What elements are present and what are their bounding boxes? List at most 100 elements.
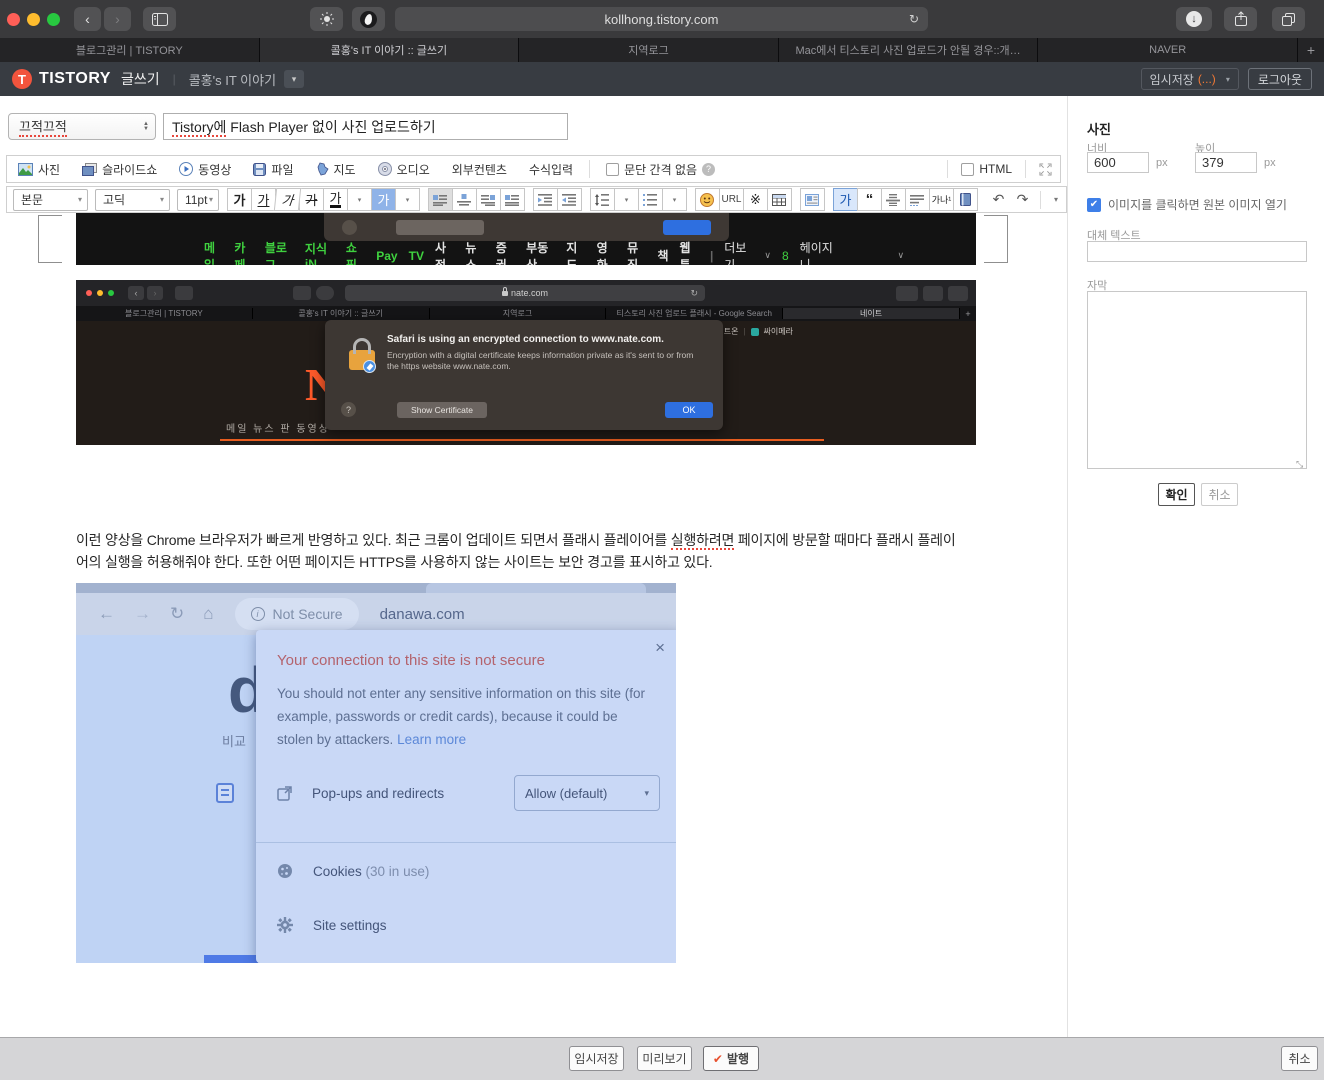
- help-icon[interactable]: ?: [702, 163, 715, 176]
- confirm-button[interactable]: 확인: [1158, 483, 1195, 506]
- alt-text-input[interactable]: [1087, 241, 1307, 262]
- ok-button[interactable]: OK: [665, 402, 713, 418]
- save-draft-button[interactable]: 임시저장: [569, 1046, 624, 1071]
- naver-menu-item[interactable]: 책: [657, 247, 668, 264]
- post-paragraph[interactable]: 이런 양상을 Chrome 브라우저가 빠르게 반영하고 있다. 최근 크롬이 …: [76, 529, 968, 573]
- learn-more-link[interactable]: Learn more: [397, 732, 466, 747]
- close-icon[interactable]: ×: [655, 638, 665, 658]
- cookies-row[interactable]: Cookies (30 in use): [277, 863, 660, 879]
- tab-blog-admin[interactable]: 블로그관리 | TISTORY: [0, 38, 260, 62]
- line-height-button[interactable]: [590, 188, 615, 211]
- insert-audio-button[interactable]: 오디오: [378, 161, 430, 178]
- popups-permission-select[interactable]: Allow (default) ▾: [514, 775, 660, 811]
- minimize-window-button[interactable]: [27, 13, 40, 26]
- dark-reader-extension-button[interactable]: [310, 7, 343, 31]
- selection-handle[interactable]: [984, 215, 1008, 239]
- font-size-select[interactable]: 11pt▾: [177, 189, 219, 211]
- checked-checkbox[interactable]: ✔: [1087, 198, 1101, 212]
- html-mode-option[interactable]: HTML: [961, 162, 1012, 176]
- underline-button[interactable]: 가: [251, 188, 276, 211]
- zoom-window-button[interactable]: [47, 13, 60, 26]
- address-bar[interactable]: kollhong.tistory.com ↻: [395, 7, 928, 31]
- paragraph-style-select[interactable]: 본문▾: [13, 189, 88, 211]
- fullscreen-icon[interactable]: [1039, 163, 1052, 176]
- naver-menu-item[interactable]: 쇼핑: [346, 239, 365, 266]
- undo-button[interactable]: ↶: [986, 188, 1011, 211]
- sidebar-toggle-button[interactable]: [143, 7, 176, 31]
- emoticon-button[interactable]: [695, 188, 720, 211]
- align-left-button[interactable]: [428, 188, 453, 211]
- outdent-button[interactable]: [557, 188, 582, 211]
- adblock-extension-button[interactable]: [352, 7, 385, 31]
- back-button[interactable]: ‹: [74, 7, 101, 31]
- logout-button[interactable]: 로그아웃: [1248, 68, 1312, 90]
- downloads-button[interactable]: ↓: [1176, 7, 1212, 31]
- category-select[interactable]: 끄적끄적 ▲ ▼: [8, 113, 156, 140]
- editor-content-area[interactable]: 메일 카페 블로그 지식iN 쇼핑 Pay TV 사전 뉴스 증권 부동산 지도…: [0, 213, 1067, 1037]
- toolbar-more-button[interactable]: ▾: [1054, 195, 1058, 204]
- align-right-button[interactable]: [476, 188, 501, 211]
- tab-mac-upload[interactable]: Mac에서 티스토리 사진 업로드가 안될 경우::개…: [779, 38, 1039, 62]
- highlight-button[interactable]: 가: [371, 188, 396, 211]
- indent-button[interactable]: [533, 188, 558, 211]
- insert-photo-button[interactable]: 사진: [18, 161, 60, 178]
- reload-icon[interactable]: ↻: [909, 12, 919, 26]
- paragraph-mark-button[interactable]: [905, 188, 930, 211]
- tab-locallog[interactable]: 지역로그: [519, 38, 779, 62]
- new-tab-button[interactable]: +: [1298, 38, 1324, 62]
- footer-cancel-button[interactable]: 취소: [1281, 1046, 1318, 1071]
- align-justify-button[interactable]: [500, 188, 525, 211]
- open-original-option[interactable]: ✔ 이미지를 클릭하면 원본 이미지 열기: [1087, 196, 1287, 213]
- horizontal-rule-button[interactable]: [881, 188, 906, 211]
- html-checkbox[interactable]: [961, 163, 974, 176]
- blog-select-button[interactable]: ▾: [284, 70, 304, 88]
- dialog-help-button[interactable]: ?: [341, 402, 356, 417]
- tistory-logo-text[interactable]: TISTORY: [39, 70, 111, 88]
- tab-write-post[interactable]: 콜홍's IT 이야기 :: 글쓰기: [260, 38, 520, 62]
- line-height-menu-button[interactable]: ▾: [614, 188, 639, 211]
- bold-button[interactable]: 가: [227, 188, 252, 211]
- draft-dropdown[interactable]: 임시저장 (...) ▾: [1141, 68, 1239, 90]
- highlight-menu-button[interactable]: ▾: [395, 188, 420, 211]
- image-layout-button[interactable]: [800, 188, 825, 211]
- footnote-button[interactable]: 가나¹: [929, 188, 954, 211]
- site-settings-row[interactable]: Site settings: [277, 917, 660, 933]
- italic-button[interactable]: 가: [274, 188, 301, 211]
- blockquote-button[interactable]: “: [857, 188, 882, 211]
- width-input[interactable]: [1087, 152, 1149, 173]
- naver-menu-item[interactable]: 사전: [435, 239, 454, 266]
- selection-handle[interactable]: [38, 215, 62, 239]
- caption-textarea[interactable]: [1087, 291, 1307, 469]
- naver-more-button[interactable]: 더보기: [724, 239, 753, 266]
- naver-menu-item[interactable]: 블로그: [265, 239, 294, 266]
- naver-menu-item[interactable]: 부동산: [526, 239, 555, 266]
- naver-menu-item[interactable]: 카페: [234, 239, 253, 266]
- insert-video-button[interactable]: 동영상: [179, 161, 231, 178]
- tab-overview-button[interactable]: [1272, 7, 1305, 31]
- naver-menu-item[interactable]: 웹툰: [680, 239, 699, 266]
- embedded-image-chrome-danawa[interactable]: ← → ↻ ⌂ i Not Secure danawa.com d 비교 × Y…: [76, 583, 676, 963]
- naver-menu-item[interactable]: Pay: [376, 249, 397, 263]
- naver-menu-item[interactable]: 뮤직: [627, 239, 646, 266]
- list-menu-button[interactable]: ▾: [662, 188, 687, 211]
- publish-button[interactable]: ✔ 발행: [703, 1046, 759, 1071]
- title-input[interactable]: Tistory에 Flash Player 없이 사진 업로드하기: [163, 113, 568, 140]
- naver-menu-item[interactable]: 증권: [496, 239, 515, 266]
- naver-menu-item[interactable]: 지식iN: [305, 240, 335, 265]
- height-input[interactable]: [1195, 152, 1257, 173]
- insert-file-button[interactable]: 파일: [253, 161, 293, 178]
- strikethrough-button[interactable]: 가: [299, 188, 324, 211]
- naver-user-name[interactable]: 헤이지니: [800, 239, 839, 266]
- show-certificate-button[interactable]: Show Certificate: [397, 402, 487, 418]
- selection-handle[interactable]: [984, 239, 1008, 263]
- font-color-menu-button[interactable]: ▾: [347, 188, 372, 211]
- naver-menu-item[interactable]: 메일: [204, 239, 223, 266]
- link-button[interactable]: URL: [719, 188, 744, 211]
- cancel-button[interactable]: 취소: [1201, 483, 1238, 506]
- naver-menu-item[interactable]: TV: [409, 249, 424, 263]
- insert-slideshow-button[interactable]: 슬라이드쇼: [82, 161, 157, 178]
- embedded-image-safari-nate[interactable]: ‹ › nate.com ↻ 블로그관리 | TISTORY 콜홍's IT 이…: [76, 280, 976, 445]
- insert-formula-button[interactable]: 수식입력: [529, 161, 573, 178]
- share-button[interactable]: [1224, 7, 1257, 31]
- embedded-image-naver[interactable]: 메일 카페 블로그 지식iN 쇼핑 Pay TV 사전 뉴스 증권 부동산 지도…: [76, 213, 976, 265]
